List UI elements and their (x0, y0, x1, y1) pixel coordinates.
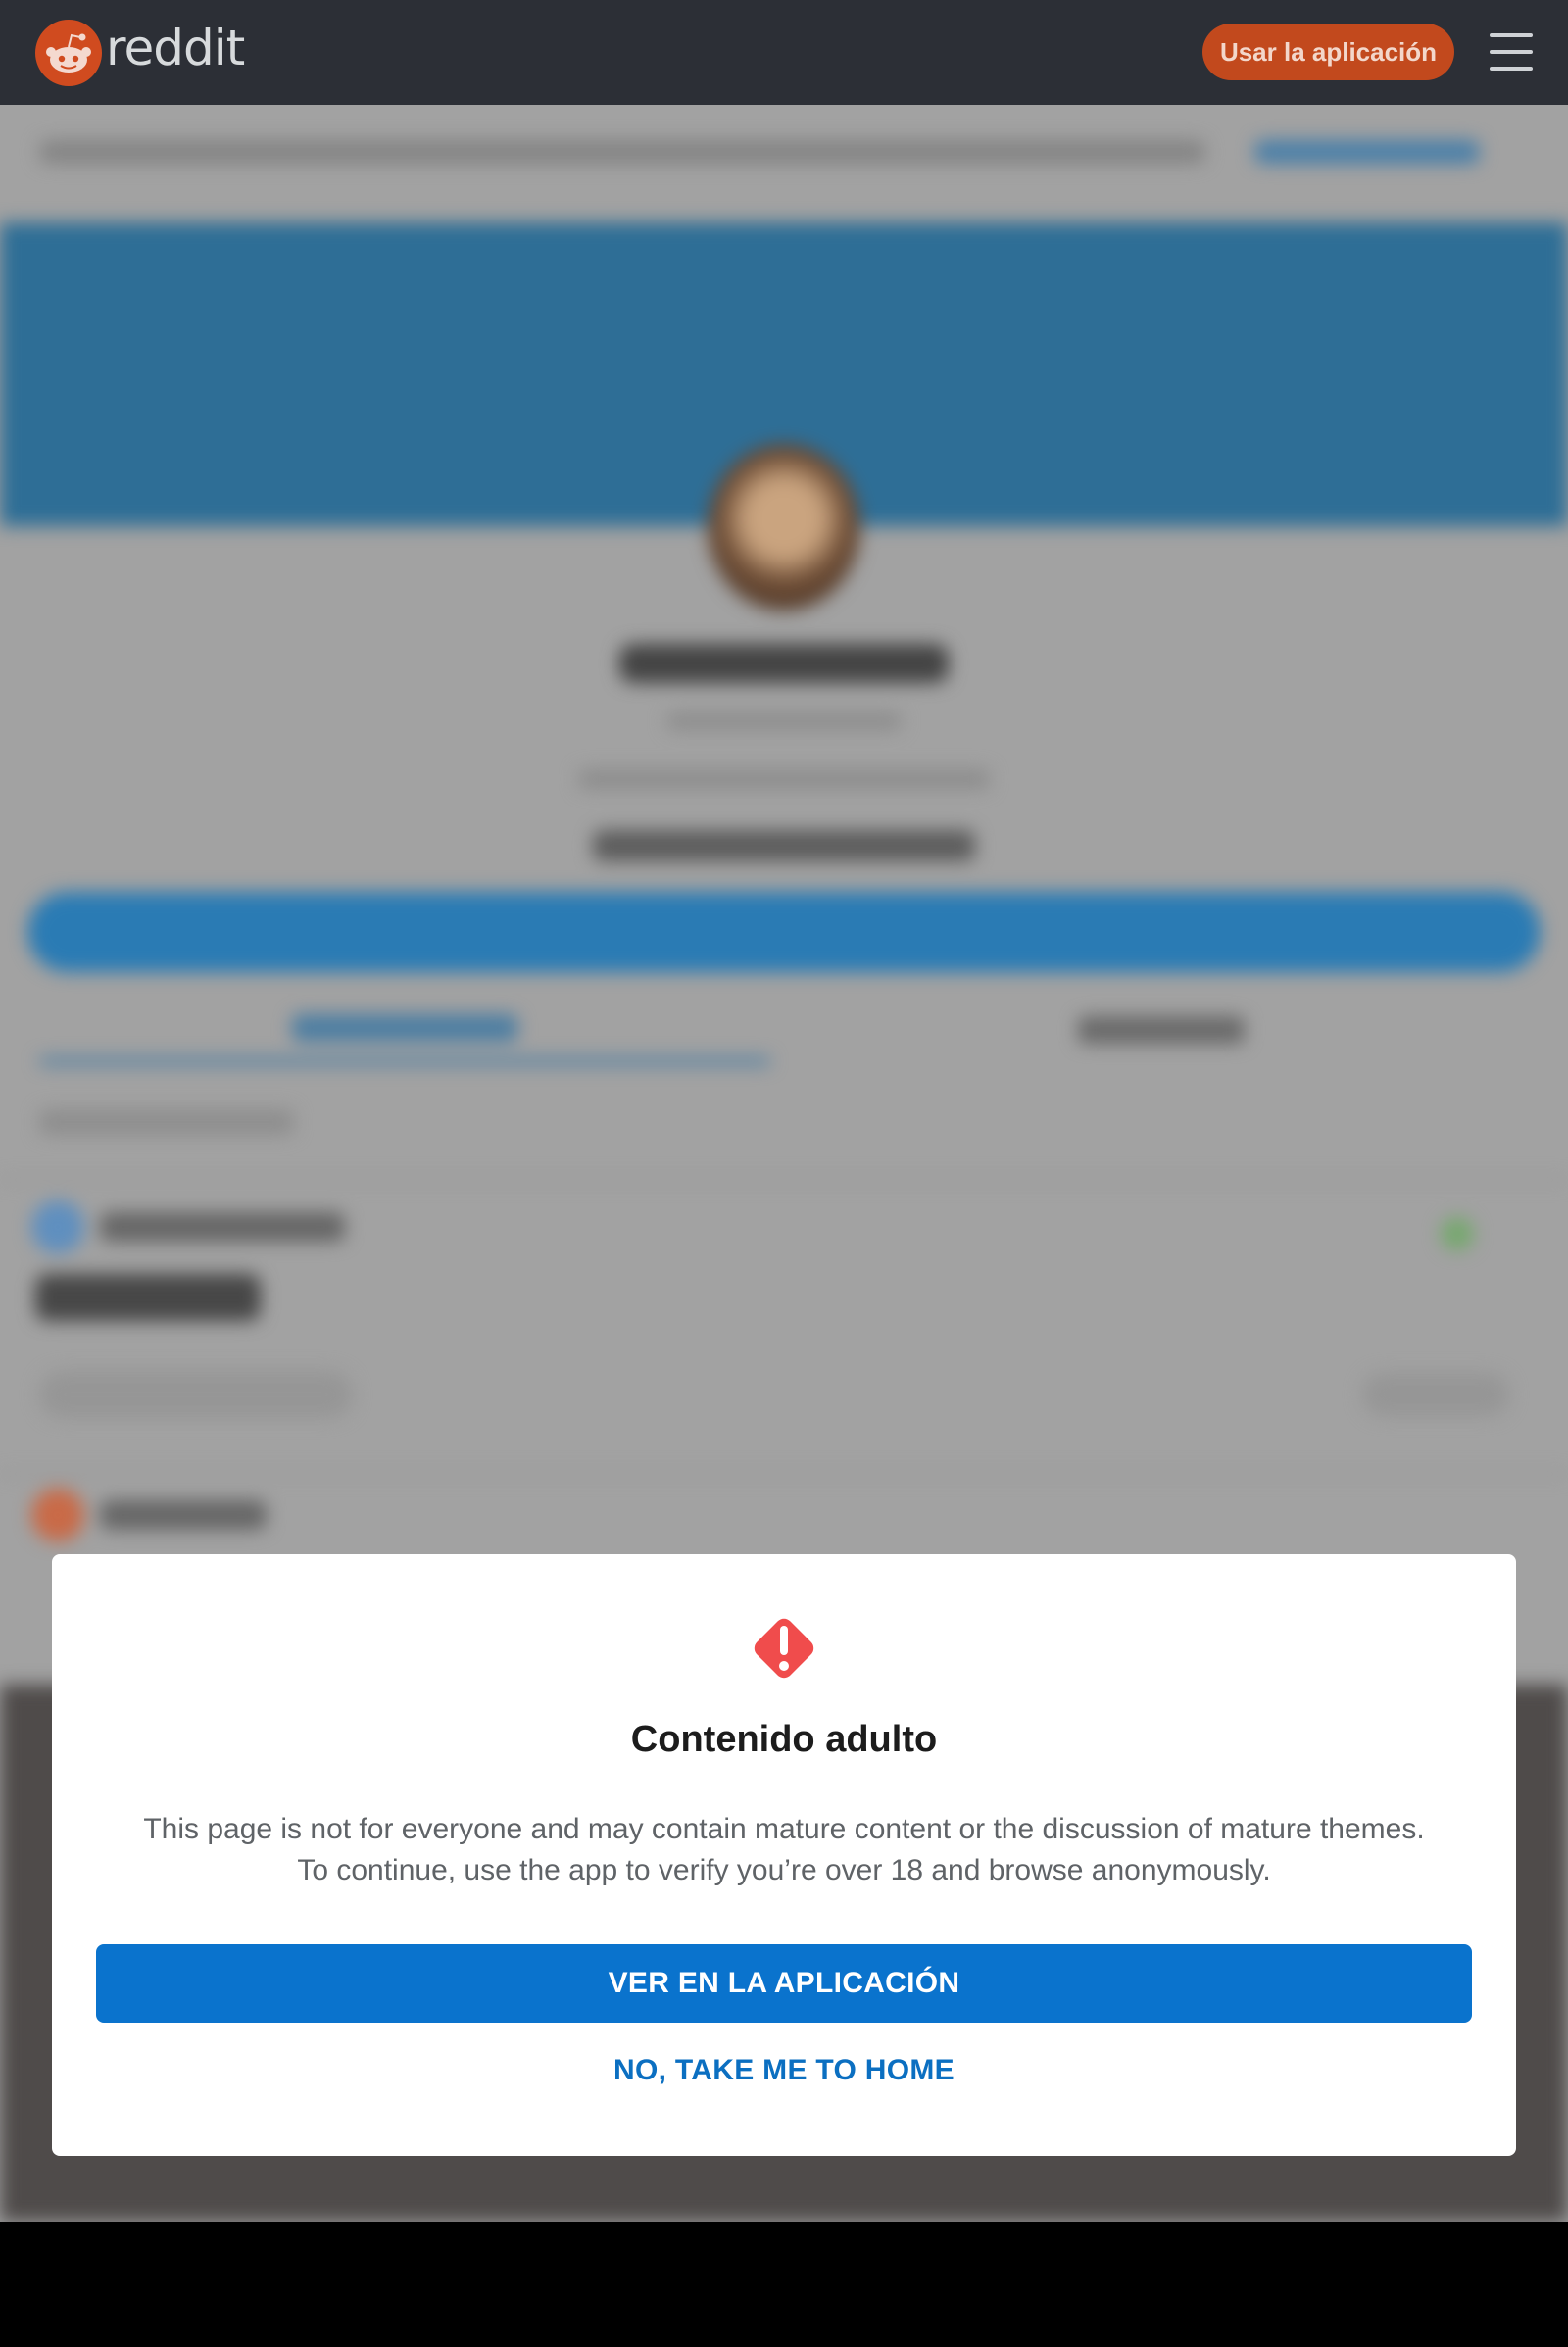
blurred-post-avatar (31, 1200, 84, 1253)
blurred-subtitle (666, 712, 902, 730)
blurred-post-actions (39, 1371, 353, 1418)
profile-avatar (708, 444, 860, 611)
blurred-notice (39, 140, 1480, 164)
reddit-wordmark[interactable]: reddit (106, 20, 245, 76)
blurred-tab-posts (292, 1014, 517, 1042)
use-app-button[interactable]: Usar la aplicación (1202, 24, 1454, 80)
take-me-home-button[interactable]: NO, TAKE ME TO HOME (52, 2054, 1516, 2087)
blurred-stats (593, 830, 975, 861)
blurred-divider (0, 1178, 1568, 1182)
view-in-app-button[interactable]: VER EN LA APLICACIÓN (96, 1944, 1472, 2023)
modal-body-line: To continue, use the app to verify you’r… (297, 1854, 1271, 1886)
top-header: reddit Usar la aplicación (0, 0, 1568, 105)
reddit-logo-icon[interactable] (34, 19, 103, 87)
bottom-black-bar (0, 2222, 1568, 2347)
blurred-post-author (100, 1500, 267, 1530)
blurred-sort (39, 1109, 294, 1135)
blurred-post-avatar (31, 1489, 84, 1541)
blurred-description (578, 769, 990, 789)
blurred-divider (0, 1472, 1568, 1476)
blurred-tab-indicator (39, 1057, 770, 1065)
blurred-follow-button (27, 892, 1541, 972)
blurred-post-title (35, 1274, 261, 1321)
modal-body: This page is not for everyone and may co… (91, 1809, 1477, 1891)
modal-title: Contenido adulto (630, 1719, 938, 1760)
blurred-tab-comments (1078, 1016, 1245, 1044)
blurred-post-author (100, 1212, 345, 1242)
blurred-share (1362, 1373, 1509, 1416)
modal-body-line: This page is not for everyone and may co… (143, 1813, 1425, 1845)
adult-content-modal: Contenido adulto This page is not for ev… (52, 1554, 1516, 2156)
blurred-status-dot (1441, 1217, 1474, 1250)
blurred-username (619, 644, 949, 683)
warning-icon (754, 1618, 814, 1679)
hamburger-menu-icon[interactable] (1490, 33, 1533, 71)
